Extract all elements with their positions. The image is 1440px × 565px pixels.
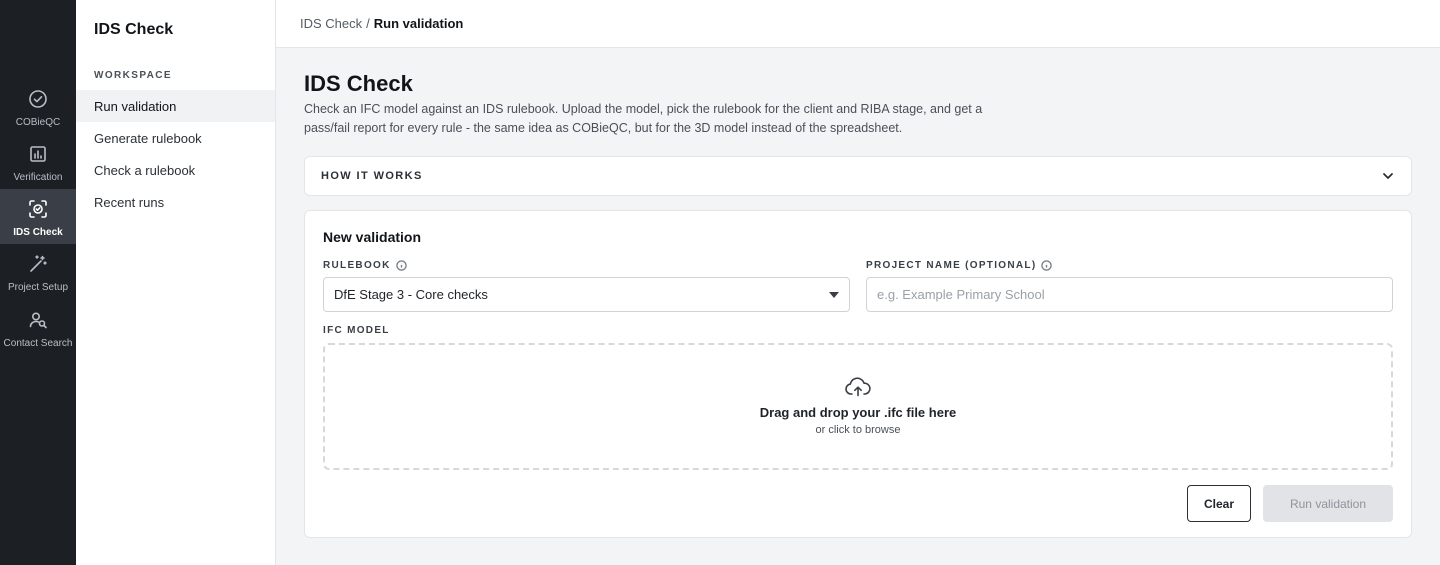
project-name-input[interactable]: [866, 277, 1393, 312]
breadcrumb: IDS Check / Run validation: [276, 0, 1440, 48]
rulebook-select[interactable]: DfE Stage 3 - Core checks: [323, 277, 850, 312]
magic-wand-icon: [28, 254, 48, 279]
rail-item-contact-search[interactable]: Contact Search: [0, 300, 76, 355]
sidebar-item-generate-rulebook[interactable]: Generate rulebook: [76, 122, 275, 154]
bar-chart-icon: [28, 144, 48, 169]
breadcrumb-current: Run validation: [373, 16, 464, 31]
user-search-icon: [28, 310, 48, 335]
check-circle-icon: [28, 89, 48, 114]
ifc-dropzone[interactable]: Drag and drop your .ifc file here or cli…: [323, 343, 1393, 470]
rail-item-label: Verification: [13, 172, 63, 183]
project-name-label: PROJECT NAME (OPTIONAL): [866, 260, 1053, 271]
sidebar: IDS Check WORKSPACE Run validation Gener…: [76, 0, 276, 565]
project-name-label-text: PROJECT NAME (OPTIONAL): [866, 260, 1037, 271]
cloud-upload-icon: [844, 377, 872, 399]
dropdown-caret-icon: [829, 291, 839, 298]
rail-item-label: Contact Search: [3, 338, 73, 349]
how-it-works-accordion[interactable]: HOW IT WORKS: [304, 156, 1412, 196]
rail-item-ids-check[interactable]: IDS Check: [0, 189, 76, 244]
rail-item-label: Project Setup: [7, 282, 69, 293]
sidebar-title: IDS Check: [94, 21, 174, 38]
chevron-down-icon: [1381, 169, 1395, 183]
sidebar-item-check-rulebook[interactable]: Check a rulebook: [76, 154, 275, 186]
accordion-title: HOW IT WORKS: [321, 170, 423, 182]
rail-item-project-setup[interactable]: Project Setup: [0, 244, 76, 299]
rail-item-cobieqc[interactable]: COBieQC: [0, 79, 76, 134]
page-description: Check an IFC model against an IDS rulebo…: [304, 102, 983, 135]
sidebar-item-recent-runs[interactable]: Recent runs: [76, 186, 275, 218]
card-title: New validation: [323, 229, 422, 245]
info-icon[interactable]: [395, 260, 407, 271]
dropzone-subtitle: or click to browse: [815, 424, 901, 436]
rulebook-label: RULEBOOK: [323, 260, 407, 271]
info-icon[interactable]: [1041, 260, 1053, 271]
rail-item-label: IDS Check: [13, 227, 63, 238]
breadcrumb-separator: /: [366, 16, 370, 31]
sidebar-item-run-validation[interactable]: Run validation: [76, 90, 275, 122]
ifc-model-label: IFC MODEL: [323, 325, 390, 336]
app-rail: COBieQC Verification IDS Check Project S…: [0, 0, 76, 565]
rail-item-label: COBieQC: [15, 117, 61, 128]
run-validation-button[interactable]: Run validation: [1263, 485, 1393, 522]
page-title: IDS Check: [304, 71, 413, 96]
clear-button[interactable]: Clear: [1187, 485, 1251, 522]
rulebook-label-text: RULEBOOK: [323, 260, 391, 271]
rulebook-select-value: DfE Stage 3 - Core checks: [334, 287, 488, 302]
new-validation-card: New validation RULEBOOK DfE Stage 3 - Co…: [304, 210, 1412, 538]
sidebar-section-label: WORKSPACE: [94, 70, 172, 81]
dropzone-title: Drag and drop your .ifc file here: [759, 405, 957, 420]
ids-scan-icon: [28, 199, 48, 224]
breadcrumb-root[interactable]: IDS Check: [300, 16, 362, 31]
rail-item-verification[interactable]: Verification: [0, 134, 76, 189]
